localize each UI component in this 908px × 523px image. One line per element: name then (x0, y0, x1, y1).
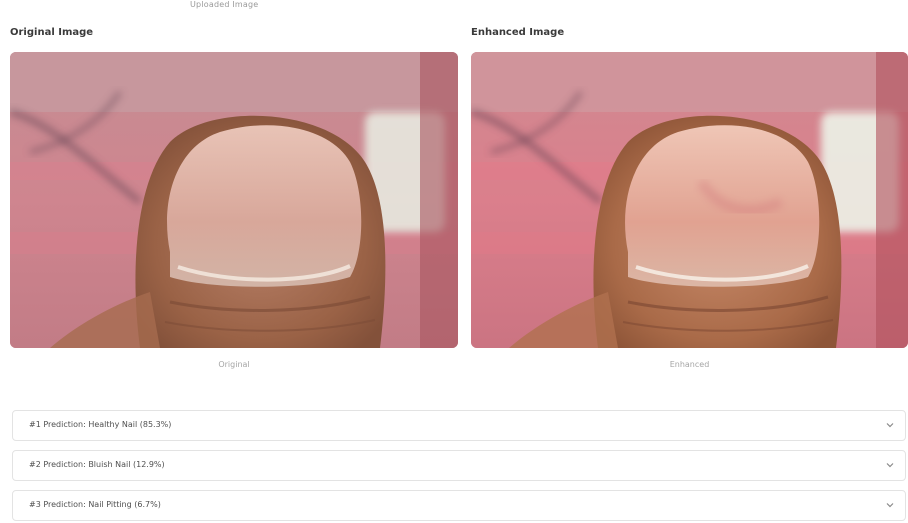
prediction-3-label: #3 Prediction: Nail Pitting (6.7%) (29, 500, 161, 509)
enhanced-image-caption: Enhanced (669, 360, 710, 369)
original-image-title: Original Image (10, 27, 94, 38)
page: Uploaded Image Original Image Original E… (0, 0, 908, 523)
enhanced-image (471, 52, 908, 348)
enhanced-image-panel: Enhanced Image Enhanced (471, 26, 908, 369)
prediction-1-expander[interactable]: #1 Prediction: Healthy Nail (85.3%) (12, 410, 906, 441)
chevron-down-icon (886, 463, 894, 468)
chevron-down-icon (886, 503, 894, 508)
prediction-1-label: #1 Prediction: Healthy Nail (85.3%) (29, 420, 172, 429)
original-image (10, 52, 458, 348)
original-image-panel: Original Image Original (10, 26, 458, 369)
original-image-caption: Original (218, 360, 250, 369)
prediction-2-label: #2 Prediction: Bluish Nail (12.9%) (29, 460, 165, 469)
prediction-2-expander[interactable]: #2 Prediction: Bluish Nail (12.9%) (12, 450, 906, 481)
enhanced-image-title: Enhanced Image (471, 27, 565, 38)
prediction-3-expander[interactable]: #3 Prediction: Nail Pitting (6.7%) (12, 490, 906, 521)
chevron-down-icon (886, 423, 894, 428)
top-caption: Uploaded Image (190, 0, 259, 9)
predictions-list: #1 Prediction: Healthy Nail (85.3%) #2 P… (12, 410, 906, 523)
